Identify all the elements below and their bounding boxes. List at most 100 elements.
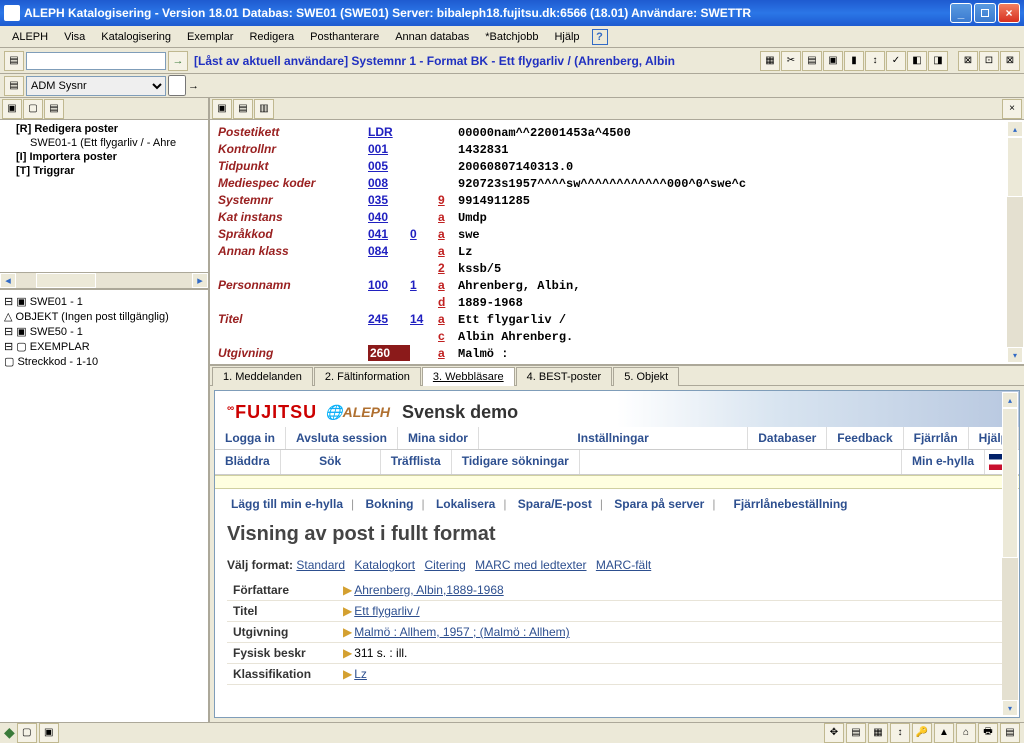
web-vscroll[interactable]: ▴ ▾ [1002,392,1018,716]
lb-node-exemplar[interactable]: ⊟ ▢ EXEMPLAR [4,339,204,354]
tb-icon-11[interactable]: ⊡ [979,51,999,71]
record-link[interactable]: Ahrenberg, Albin,1889-1968 [354,583,503,597]
marc-tag[interactable]: 040 [368,209,410,225]
marc-row[interactable]: Utgivning260aMalmö : [218,345,1016,362]
lb-node-streckkod[interactable]: ▢ Streckkod - 1-10 [4,354,204,369]
tb-icon-10[interactable]: ⊠ [958,51,978,71]
tb-icon-12[interactable]: ⊠ [1000,51,1020,71]
marc-row[interactable]: Tidpunkt00520060807140313.0 [218,158,1016,175]
sb-icon-r9[interactable]: ▤ [1000,723,1020,743]
marc-value[interactable]: 920723s1957^^^^sw^^^^^^^^^^^^000^0^swe^c [458,176,1016,192]
web-vscroll-up[interactable]: ▴ [1002,392,1018,408]
marc-row[interactable]: PostetikettLDR00000nam^^22001453a^4500 [218,124,1016,141]
lb-node-objekt[interactable]: △ OBJEKT (Ingen post tillgänglig) [4,309,204,324]
marc-subfield[interactable]: 9 [438,192,458,208]
sb-icon-1[interactable]: ▢ [17,723,37,743]
menu-katalogisering[interactable]: Katalogisering [93,29,179,45]
lt-icon-1[interactable]: ▣ [2,99,22,119]
nav-fjarrlan[interactable]: Fjärrlån [904,427,969,449]
marc-tag[interactable]: 008 [368,175,410,191]
marc-subfield[interactable]: a [438,345,458,361]
nav-sok[interactable]: Sök [281,450,381,474]
menu-visa[interactable]: Visa [56,29,93,45]
record-link[interactable]: Lz [354,667,367,681]
marc-value[interactable]: 20060807140313.0 [458,159,1016,175]
adm-input[interactable] [168,75,186,96]
nav-mina-sidor[interactable]: Mina sidor [398,427,479,449]
sb-icon-r7[interactable]: ⌂ [956,723,976,743]
marc-row[interactable]: Kat instans040aUmdp [218,209,1016,226]
sb-icon-r5[interactable]: 🔑 [912,723,932,743]
marc-row[interactable]: d1889-1968 [218,294,1016,311]
tab-bestposter[interactable]: 4. BEST-poster [516,367,613,386]
marc-tag[interactable]: 001 [368,141,410,157]
scroll-left-icon[interactable]: ◂ [0,273,16,288]
quick-search-input[interactable] [26,52,166,70]
marc-row[interactable]: Annan klass084aLz [218,243,1016,260]
nav-tidigare[interactable]: Tidigare sökningar [452,450,580,474]
lb-node-swe50[interactable]: ⊟ ▣ SWE50 - 1 [4,324,204,339]
act-ehylla[interactable]: Lägg till min e-hylla [231,497,343,511]
marc-row[interactable]: cAlbin Ahrenberg. [218,328,1016,345]
lb-node-swe01[interactable]: ⊟ ▣ SWE01 - 1 [4,294,204,309]
marc-indicator[interactable]: 14 [410,311,438,327]
left-top-hscroll[interactable]: ◂ ▸ [0,272,208,288]
marc-tag[interactable]: 245 [368,311,410,327]
marc-value[interactable]: kssb/5 [458,261,1016,277]
marc-row[interactable]: Systemnr03599914911285 [218,192,1016,209]
marc-row[interactable]: Personnamn1001aAhrenberg, Albin, [218,277,1016,294]
sb-icon-2[interactable]: ▣ [39,723,59,743]
act-bokning[interactable]: Bokning [365,497,413,511]
act-server[interactable]: Spara på server [614,497,704,511]
maximize-button[interactable] [974,3,996,23]
tree-triggers[interactable]: [T] Triggrar [2,164,206,178]
marc-row[interactable]: Titel24514aEtt flygarliv / [218,311,1016,328]
menu-redigera[interactable]: Redigera [241,29,302,45]
vscroll-thumb[interactable] [1007,137,1023,197]
marc-value[interactable]: Ett flygarliv / [458,312,1016,328]
nav-logga-in[interactable]: Logga in [215,427,286,449]
nav-avsluta[interactable]: Avsluta session [286,427,398,449]
tab-meddelanden[interactable]: 1. Meddelanden [212,367,313,386]
marc-subfield[interactable]: 2 [438,260,458,276]
nav-databaser[interactable]: Databaser [748,427,827,449]
marc-value[interactable]: swe [458,227,1016,243]
sb-icon-r3[interactable]: ▦ [868,723,888,743]
lt-icon-3[interactable]: ▤ [44,99,64,119]
fmt-standard[interactable]: Standard [296,558,345,572]
marc-tag[interactable]: LDR [368,124,410,140]
tab-webblasare[interactable]: 3. Webbläsare [422,367,515,386]
vscroll-down-icon[interactable]: ▾ [1007,347,1023,363]
nav-bladdra[interactable]: Bläddra [215,450,281,474]
marc-row[interactable]: Språkkod0410aswe [218,226,1016,243]
lt-icon-2[interactable]: ▢ [23,99,43,119]
menu-aleph[interactable]: ALEPH [4,29,56,45]
marc-subfield[interactable]: a [438,226,458,242]
marc-value[interactable]: Albin Ahrenberg. [458,329,1016,345]
act-spara[interactable]: Spara/E-post [518,497,592,511]
tb-icon-2[interactable]: ✂ [781,51,801,71]
scroll-thumb[interactable] [36,273,96,288]
menu-batchjobb[interactable]: *Batchjobb [477,29,546,45]
marc-value[interactable]: 1432831 [458,142,1016,158]
tool-doc-icon[interactable]: ▤ [4,51,24,71]
menu-posthanterare[interactable]: Posthanterare [302,29,387,45]
rt-icon-close[interactable]: × [1002,99,1022,119]
marc-value[interactable]: Ahrenberg, Albin, [458,278,1016,294]
tree-edit-root[interactable]: [R] Redigera poster [2,122,206,136]
marc-tag[interactable]: 100 [368,277,410,293]
adm-go-button[interactable]: → [188,80,199,92]
tab-faltinformation[interactable]: 2. Fältinformation [314,367,421,386]
marc-subfield[interactable]: a [438,277,458,293]
sb-icon-r6[interactable]: ▲ [934,723,954,743]
tb-icon-3[interactable]: ▤ [802,51,822,71]
tree-import[interactable]: [I] Importera poster [2,150,206,164]
fmt-katalogkort[interactable]: Katalogkort [354,558,415,572]
sb-icon-r2[interactable]: ▤ [846,723,866,743]
nav-trafflista[interactable]: Träfflista [381,450,452,474]
marc-subfield[interactable]: a [438,243,458,259]
menu-hjalp[interactable]: Hjälp [546,29,587,45]
act-lokalisera[interactable]: Lokalisera [436,497,495,511]
marc-value[interactable]: Malmö : [458,346,1016,362]
marc-row[interactable]: Mediespec koder008920723s1957^^^^sw^^^^^… [218,175,1016,192]
